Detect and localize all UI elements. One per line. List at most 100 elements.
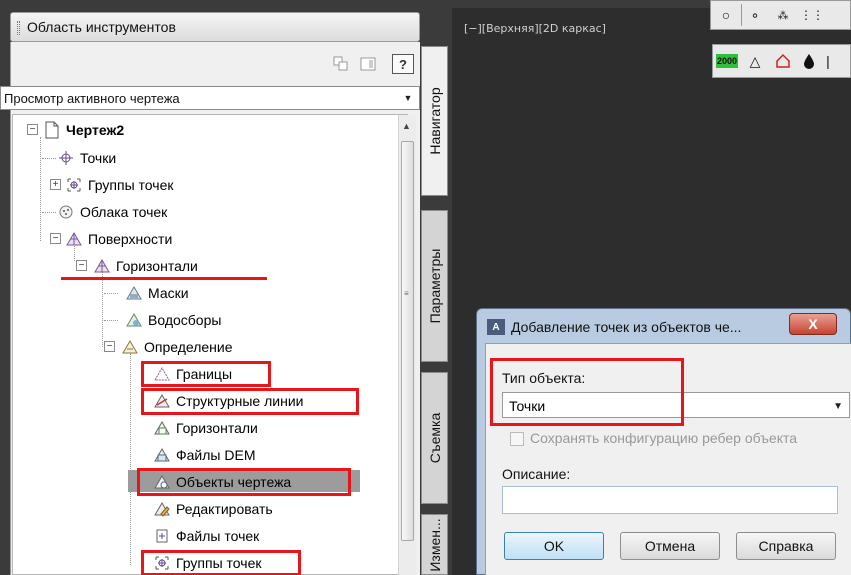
tree-item-point-groups[interactable]: + Группы точек bbox=[50, 174, 173, 196]
chevron-down-icon[interactable]: ▼ bbox=[400, 89, 416, 107]
dem-file-icon bbox=[153, 446, 171, 464]
toolspace-titlebar[interactable]: Область инструментов bbox=[10, 12, 420, 42]
expand-icon[interactable]: + bbox=[50, 179, 61, 190]
scroll-up-icon[interactable]: ▲ bbox=[402, 121, 411, 131]
viewport-label[interactable]: [−][Верхняя][2D каркас] bbox=[464, 22, 606, 35]
surface-icon bbox=[93, 257, 111, 275]
tree-item-label: Облака точек bbox=[80, 204, 168, 220]
circle-icon[interactable]: ○ bbox=[711, 1, 741, 29]
version-badge: 2000 bbox=[715, 54, 739, 68]
highlight-box bbox=[141, 361, 271, 387]
tree-item-label: Горизонтали bbox=[116, 258, 198, 274]
tree-item-masks[interactable]: Маски bbox=[125, 282, 189, 304]
toolspace-panel: Область инструментов ? Просмотр активног… bbox=[0, 0, 452, 575]
drawing-icon bbox=[43, 121, 61, 139]
more-icon[interactable]: | bbox=[821, 45, 835, 77]
collapse-icon[interactable]: − bbox=[50, 233, 61, 244]
point-file-icon bbox=[153, 527, 171, 545]
collapse-icon[interactable]: − bbox=[27, 124, 38, 135]
highlight-box bbox=[137, 468, 351, 496]
tree-item-definition[interactable]: − Определение bbox=[104, 336, 233, 358]
tree-item-label: Файлы DEM bbox=[176, 447, 256, 463]
autocad-icon: A bbox=[487, 319, 505, 335]
tab-survey[interactable]: Съемка bbox=[421, 372, 448, 504]
chevron-down-icon[interactable]: ▼ bbox=[833, 401, 843, 412]
tree-connector bbox=[102, 269, 103, 347]
tree-item-label: Редактировать bbox=[176, 501, 273, 517]
tab-label: Параметры bbox=[426, 248, 443, 324]
collapse-icon[interactable]: − bbox=[76, 260, 87, 271]
tab-changes[interactable]: Измен... bbox=[421, 514, 448, 575]
cancel-button[interactable]: Отмена bbox=[620, 532, 720, 560]
point-cloud-icon bbox=[57, 203, 75, 221]
tree-connector bbox=[130, 353, 131, 565]
tree-item-surface-contours[interactable]: − Горизонтали bbox=[76, 255, 198, 277]
dots-icon[interactable]: ⋮⋮ bbox=[798, 1, 826, 29]
highlight-box bbox=[141, 388, 359, 415]
tree-connector bbox=[104, 320, 118, 321]
tab-label: Измен... bbox=[426, 517, 443, 572]
point-group-icon bbox=[65, 176, 83, 194]
drop-icon[interactable] bbox=[797, 45, 821, 77]
tree-item-points[interactable]: Точки bbox=[57, 147, 116, 169]
preserve-edges-label: Сохранять конфигурацию ребер объекта bbox=[530, 430, 798, 446]
tree-connector bbox=[42, 212, 56, 213]
grip-icon: ≡ bbox=[404, 289, 409, 298]
viewcube-toolbar: ○ ∘ ⁂ ⋮⋮ bbox=[710, 0, 851, 30]
panel-icon[interactable] bbox=[357, 54, 379, 74]
tree-item-watersheds[interactable]: Водосборы bbox=[125, 309, 221, 331]
tree-connector bbox=[42, 158, 56, 159]
tree-item-label: Файлы точек bbox=[176, 528, 260, 544]
contour-icon bbox=[153, 419, 171, 437]
help-button[interactable]: Справка bbox=[736, 532, 836, 560]
tree-item-label: Точки bbox=[80, 150, 117, 166]
tab-label: Навигатор bbox=[426, 87, 443, 155]
house-icon[interactable] bbox=[769, 45, 797, 77]
tree-item-label: Поверхности bbox=[88, 231, 173, 247]
close-button[interactable]: X bbox=[789, 313, 837, 335]
marker-toolbar: 2000 △ | bbox=[712, 44, 851, 78]
tree-item-label: Чертеж2 bbox=[66, 122, 125, 138]
highlight-underline bbox=[61, 277, 267, 280]
tree-item-dem-files[interactable]: Файлы DEM bbox=[153, 444, 255, 466]
tree-item-label: Горизонтали bbox=[176, 420, 258, 436]
highlight-box bbox=[141, 550, 301, 575]
mask-icon bbox=[125, 284, 143, 302]
add-points-dialog: A Добавление точек из объектов че... X Т… bbox=[476, 308, 851, 575]
tree-item-label: Водосборы bbox=[148, 312, 222, 328]
tab-navigator[interactable]: Навигатор bbox=[421, 46, 448, 196]
surface-icon bbox=[65, 230, 83, 248]
tree-item-root[interactable]: − Чертеж2 bbox=[27, 119, 125, 141]
version-badge-icon[interactable]: 2000 bbox=[713, 45, 741, 77]
tree-item-surfaces[interactable]: − Поверхности bbox=[50, 228, 173, 250]
grid-icon[interactable]: ⁂ bbox=[768, 1, 798, 29]
tree-item-edits[interactable]: Редактировать bbox=[153, 498, 273, 520]
view-select-value: Просмотр активного чертежа bbox=[4, 91, 180, 106]
help-button[interactable]: ? bbox=[392, 54, 414, 74]
description-input[interactable] bbox=[502, 486, 838, 514]
preserve-edges-checkbox[interactable] bbox=[510, 432, 524, 446]
toolspace-title: Область инструментов bbox=[27, 19, 176, 35]
prospector-tree: − Чертеж2 Точки + Группы точек Облака то… bbox=[12, 114, 416, 575]
definition-icon bbox=[121, 338, 139, 356]
ok-button[interactable]: OK bbox=[504, 532, 604, 560]
tree-connector bbox=[40, 137, 41, 241]
highlight-box bbox=[490, 358, 684, 426]
tree-scrollbar[interactable]: ▲ ≡ bbox=[398, 115, 416, 575]
scroll-thumb[interactable]: ≡ bbox=[401, 141, 414, 541]
tree-connector bbox=[104, 293, 118, 294]
dot-icon[interactable]: ∘ bbox=[742, 1, 768, 29]
copy-icon[interactable] bbox=[330, 54, 352, 74]
grip-icon[interactable] bbox=[17, 21, 20, 35]
tree-item-label: Определение bbox=[144, 339, 233, 355]
triangle-icon[interactable]: △ bbox=[741, 45, 769, 77]
tree-item-contours[interactable]: Горизонтали bbox=[153, 417, 258, 439]
point-icon bbox=[57, 149, 75, 167]
watershed-icon bbox=[125, 311, 143, 329]
collapse-icon[interactable]: − bbox=[104, 341, 115, 352]
edit-icon bbox=[153, 500, 171, 518]
tab-settings[interactable]: Параметры bbox=[421, 210, 448, 362]
tree-item-point-clouds[interactable]: Облака точек bbox=[57, 201, 167, 223]
view-select[interactable]: Просмотр активного чертежа ▼ bbox=[0, 86, 420, 110]
tree-item-point-files[interactable]: Файлы точек bbox=[153, 525, 259, 547]
